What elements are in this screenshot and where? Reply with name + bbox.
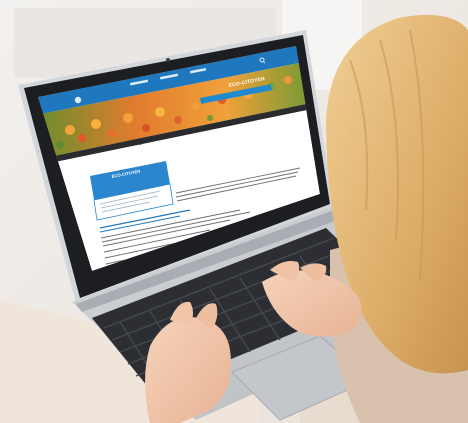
webcam bbox=[166, 58, 170, 62]
photo-scene: ECO-CITOYEN ÉCO-CITOYEN bbox=[0, 0, 468, 423]
logo-icon bbox=[74, 96, 82, 104]
person bbox=[326, 14, 468, 423]
